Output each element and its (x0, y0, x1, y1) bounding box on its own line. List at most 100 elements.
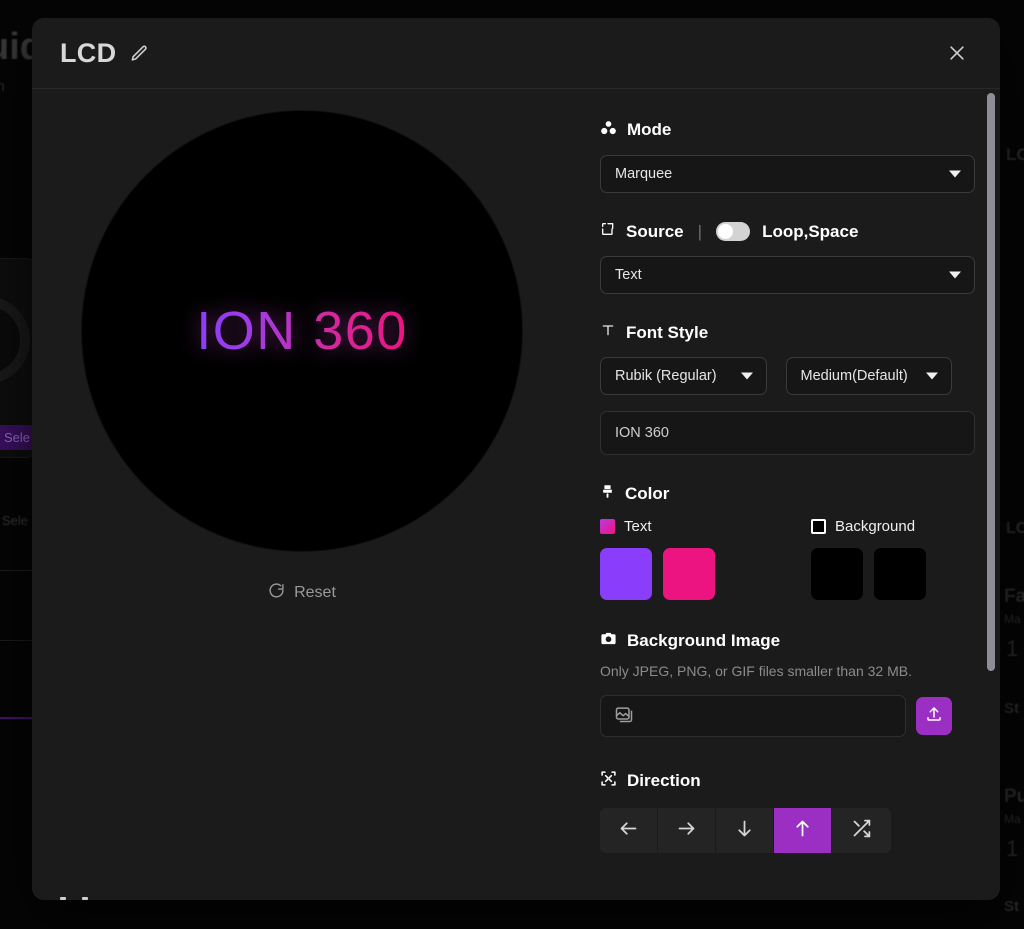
arrow-left-icon (618, 818, 639, 844)
backdrop-accent-divider (0, 717, 32, 719)
text-swatch-1[interactable] (600, 548, 652, 600)
shuffle-icon (851, 818, 872, 844)
arrow-up-icon (792, 818, 813, 844)
background-color-group: Background (811, 518, 926, 600)
preview-text: ION 360 (196, 301, 408, 361)
text-icon (600, 322, 616, 343)
color-label: Color (625, 484, 670, 503)
chevron-down-icon (949, 170, 961, 178)
text-color-label: Text (624, 518, 652, 535)
brush-icon (600, 484, 615, 504)
background-image-field[interactable] (600, 695, 907, 737)
background-color-label: Background (835, 518, 916, 535)
text-swatch-2[interactable] (663, 548, 715, 600)
backdrop-divider (0, 570, 32, 571)
lcd-settings-modal: LCD ION 360 Reset Mode Marquee Source | … (32, 18, 1000, 900)
upload-row (600, 695, 952, 737)
source-value: Text (615, 267, 642, 283)
backdrop-right-label: LC (1006, 520, 1024, 537)
reset-label: Reset (294, 584, 336, 601)
close-button[interactable] (940, 36, 974, 70)
font-style-section-header: Font Style (600, 322, 952, 343)
text-color-chip (600, 519, 615, 534)
text-color-label-row: Text (600, 518, 807, 535)
background-swatch-2[interactable] (874, 548, 926, 600)
direction-section: Direction (600, 770, 952, 853)
backdrop-right-label: Ma (1004, 612, 1021, 626)
source-section-header: Source | Loop,Space (600, 221, 952, 242)
color-section-header: Color (600, 484, 952, 504)
backdrop-chip-2: Sele (2, 513, 29, 528)
upload-button[interactable] (916, 697, 952, 735)
font-style-label: Font Style (626, 322, 709, 342)
scrollbar-thumb[interactable] (987, 93, 995, 671)
modal-scrollbar[interactable] (987, 89, 995, 900)
backdrop-right-label: St (1004, 700, 1019, 717)
lcd-preview-circle[interactable]: ION 360 (82, 111, 522, 551)
direction-button-group (600, 808, 891, 853)
loop-space-toggle[interactable] (716, 222, 751, 241)
loop-space-label: Loop,Space (762, 221, 859, 241)
font-style-section: Font Style Rubik (Regular) Medium(Defaul… (600, 322, 975, 455)
background-swatch-row (811, 548, 926, 600)
source-section: Source | Loop,Space Text (600, 221, 975, 294)
direction-label: Direction (627, 771, 701, 790)
image-icon (614, 704, 634, 729)
backdrop-right-label: St (1004, 898, 1019, 915)
camera-icon (600, 630, 617, 652)
source-label: Source (626, 221, 684, 241)
direction-icon (600, 770, 617, 792)
direction-right-button[interactable] (658, 808, 716, 853)
backdrop-right-label: LC (1006, 145, 1024, 164)
text-swatch-row (600, 548, 807, 600)
source-select[interactable]: Text (600, 256, 975, 294)
controls-panel: Mode Marquee Source | Loop,Space Text Fo… (60, 89, 1000, 900)
background-image-hint: Only JPEG, PNG, or GIF files smaller tha… (600, 663, 912, 679)
background-color-label-row: Background (811, 518, 926, 535)
mode-value: Marquee (615, 166, 673, 182)
direction-section-header: Direction (600, 770, 952, 792)
chevron-down-icon (949, 271, 961, 279)
page-title: LCD (60, 37, 117, 68)
color-section: Color Text Background (600, 484, 952, 600)
backdrop-divider (0, 640, 32, 641)
modal-header: LCD (32, 18, 1000, 89)
background-image-label: Background Image (627, 631, 781, 650)
mode-select[interactable]: Marquee (600, 155, 975, 193)
backdrop-right-label: Fa (1004, 586, 1024, 607)
display-text-value: ION 360 (615, 425, 669, 441)
text-color-group: Text (600, 518, 807, 600)
arrow-right-icon (676, 818, 697, 844)
chevron-down-icon (926, 372, 938, 380)
pencil-icon[interactable] (130, 44, 149, 63)
mode-section-header: Mode (600, 119, 952, 141)
backdrop-subtitle: on (0, 78, 5, 95)
mode-section: Mode Marquee (600, 119, 975, 193)
reset-button[interactable]: Reset (268, 582, 336, 604)
direction-down-button[interactable] (716, 808, 774, 853)
backdrop-right-label: Ma (1004, 812, 1021, 826)
backdrop-right-label: 1 (1006, 836, 1019, 861)
source-icon (600, 221, 616, 242)
backdrop-right-label: 1 (1006, 636, 1019, 661)
direction-up-button[interactable] (774, 808, 832, 853)
reset-icon (268, 582, 285, 604)
arrow-down-icon (734, 818, 755, 844)
font-family-select[interactable]: Rubik (Regular) (600, 357, 767, 395)
direction-left-button[interactable] (600, 808, 658, 853)
color-columns: Text Background (600, 518, 952, 600)
font-style-row: Rubik (Regular) Medium(Default) (600, 357, 952, 395)
font-size-select[interactable]: Medium(Default) (785, 357, 952, 395)
chevron-down-icon (740, 372, 753, 380)
preview-panel: ION 360 Reset (32, 89, 572, 900)
mode-label: Mode (627, 120, 672, 139)
font-family-value: Rubik (Regular) (615, 368, 717, 384)
modal-body: ION 360 Reset Mode Marquee Source | Loop… (32, 89, 1000, 900)
background-swatch-1[interactable] (811, 548, 863, 600)
direction-shuffle-button[interactable] (832, 808, 890, 853)
background-color-chip (811, 519, 826, 534)
display-text-input[interactable]: ION 360 (600, 411, 975, 455)
upload-icon (925, 705, 943, 728)
font-size-value: Medium(Default) (800, 368, 908, 384)
shapes-icon (600, 119, 617, 141)
